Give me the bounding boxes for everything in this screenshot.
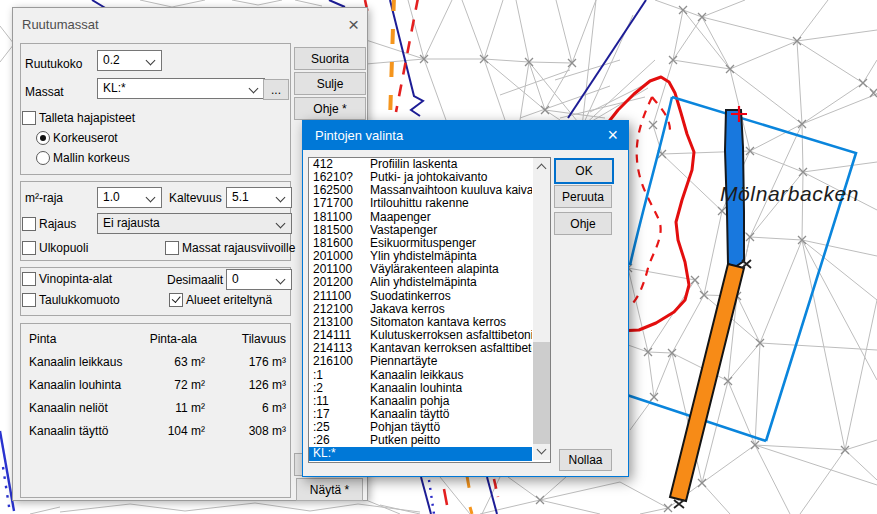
table-cell: 104 m² xyxy=(117,424,205,438)
tick-marker-bottom xyxy=(674,500,684,508)
ruutukoko-label: Ruutukoko xyxy=(25,57,82,71)
massat-label: Massat xyxy=(25,85,64,99)
list-item[interactable]: 211100Suodatinkerros xyxy=(309,290,532,303)
tick-marker-top xyxy=(742,260,751,268)
list-item[interactable]: :11Kanaalin pohja xyxy=(309,395,532,408)
korkeuserot-radio[interactable] xyxy=(36,131,50,145)
alueet-checkbox[interactable] xyxy=(169,293,183,307)
taulukkomuoto-label[interactable]: Taulukkomuoto xyxy=(39,293,120,307)
korkeuserot-label[interactable]: Korkeuserot xyxy=(53,131,118,145)
alueet-label[interactable]: Alueet eriteltynä xyxy=(186,293,272,307)
massat-rajausviivoille-label[interactable]: Massat rajausviivoille xyxy=(182,241,295,255)
m2-raja-label: m²-raja xyxy=(25,191,63,205)
scrollbar-thumb[interactable] xyxy=(533,342,550,444)
list-item[interactable]: 216100Piennartäyte xyxy=(309,355,532,368)
talleta-checkbox[interactable] xyxy=(22,111,36,125)
table-row-label: Kanaalin neliöt xyxy=(29,401,108,415)
table-cell: 11 m² xyxy=(117,401,205,415)
ruutukoko-combobox[interactable]: 0.2 xyxy=(97,50,162,71)
close-icon[interactable]: × xyxy=(607,125,618,145)
screen: { "background": { "place_label": "Mölnar… xyxy=(0,0,877,514)
channel-strip-orange xyxy=(670,264,744,501)
table-cell: 63 m² xyxy=(117,355,205,369)
talleta-label[interactable]: Talleta hajapisteet xyxy=(39,111,135,125)
ulkopuoli-label[interactable]: Ulkopuoli xyxy=(39,241,88,255)
dialog-pintojen-valinta: Pintojen valinta × 412Profiilin laskenta… xyxy=(302,120,629,477)
list-item[interactable]: :17Kanaalin täyttö xyxy=(309,408,532,421)
ohje-button[interactable]: Ohje * xyxy=(294,97,366,120)
mallin-korkeus-radio[interactable] xyxy=(36,151,50,165)
sulje-button[interactable]: Sulje xyxy=(294,72,366,95)
ohje-button[interactable]: Ohje xyxy=(554,212,612,235)
rajaus-label[interactable]: Rajaus xyxy=(39,217,76,231)
table-row-label: Kanaalin leikkaus xyxy=(29,355,122,369)
suorita-button[interactable]: Suorita xyxy=(294,47,366,70)
peruuta-button[interactable]: Peruuta xyxy=(554,185,612,208)
massat-combobox[interactable]: KL:* xyxy=(97,78,265,99)
mallin-korkeus-label[interactable]: Mallin korkeus xyxy=(53,151,130,165)
list-item[interactable]: :26Putken peitto xyxy=(309,434,532,447)
table-row-label: Kanaalin täyttö xyxy=(29,424,108,438)
table-cell: 176 m³ xyxy=(201,355,286,369)
list-item[interactable]: :1Kanaalin leikkaus xyxy=(309,369,532,382)
vinopinta-checkbox[interactable] xyxy=(22,272,36,286)
vinopinta-label[interactable]: Vinopinta-alat xyxy=(39,272,112,286)
table-header-pinta-ala: Pinta-ala xyxy=(117,332,197,346)
table-cell: 308 m³ xyxy=(201,424,286,438)
kaltevuus-combobox[interactable]: 5.1 xyxy=(226,187,292,208)
table-cell: 126 m³ xyxy=(201,378,286,392)
list-item[interactable]: 171700Irtilouhittu rakenne xyxy=(309,197,532,210)
close-icon[interactable]: × xyxy=(348,15,359,34)
desimaalit-label: Desimaalit xyxy=(167,273,223,287)
ok-button[interactable]: OK xyxy=(554,158,614,184)
map-label-molnarbacken: Mölnarbacken xyxy=(720,182,859,206)
list-item-selected[interactable]: KL:* xyxy=(309,447,532,460)
list-item[interactable]: :2Kanaalin louhinta xyxy=(309,382,532,395)
table-row-label: Kanaalin louhinta xyxy=(29,378,121,392)
scroll-down-button[interactable] xyxy=(533,443,550,460)
browse-button[interactable]: ... xyxy=(263,79,289,100)
rajaus-checkbox[interactable] xyxy=(22,217,36,231)
list-item[interactable]: 212100Jakava kerros xyxy=(309,303,532,316)
list-item[interactable]: 181100Maapenger xyxy=(309,211,532,224)
rajaus-combobox[interactable]: Ei rajausta xyxy=(97,213,292,234)
table-header-tilavuus: Tilavuus xyxy=(201,332,286,346)
list-item[interactable]: :25Pohjan täyttö xyxy=(309,421,532,434)
nayta-button[interactable]: Näytä * xyxy=(296,478,363,501)
table-header-pinta: Pinta xyxy=(29,332,56,346)
surface-listbox[interactable]: 412Profiilin laskenta 16210?Putki- ja jo… xyxy=(308,157,551,463)
scrollbar[interactable] xyxy=(533,158,550,460)
massat-rajausviivoille-checkbox[interactable] xyxy=(165,241,179,255)
table-cell: 6 m³ xyxy=(201,401,286,415)
desimaalit-combobox[interactable]: 0 xyxy=(226,269,292,290)
m2-raja-combobox[interactable]: 1.0 xyxy=(97,187,162,208)
nollaa-button[interactable]: Nollaa xyxy=(559,449,612,471)
scroll-up-button[interactable] xyxy=(533,158,550,175)
kaltevuus-label: Kaltevuus xyxy=(169,191,222,205)
ulkopuoli-checkbox[interactable] xyxy=(22,241,36,255)
list-item[interactable]: 201200Alin yhdistelmäpinta xyxy=(309,276,532,289)
dialog-title: Ruutumassat xyxy=(22,17,99,32)
dialog-title: Pintojen valinta xyxy=(315,128,403,143)
taulukkomuoto-checkbox[interactable] xyxy=(22,293,36,307)
list-item[interactable]: 181500Vastapenger xyxy=(309,224,532,237)
table-cell: 72 m² xyxy=(117,378,205,392)
